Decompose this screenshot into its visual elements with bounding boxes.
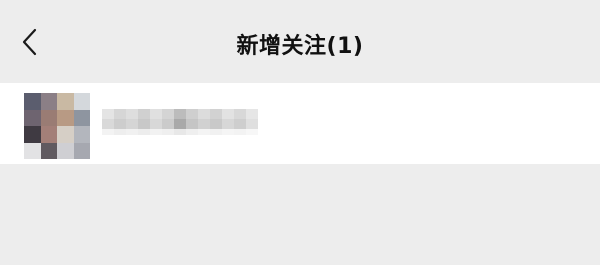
new-followers-screen: 新增关注(1) [0, 0, 600, 265]
follower-list [0, 83, 600, 164]
blurred-name [102, 109, 268, 135]
page-title: 新增关注(1) [236, 34, 364, 59]
avatar[interactable] [24, 93, 90, 159]
list-item[interactable] [0, 83, 600, 164]
nav-bar: 新增关注(1) [0, 0, 600, 80]
